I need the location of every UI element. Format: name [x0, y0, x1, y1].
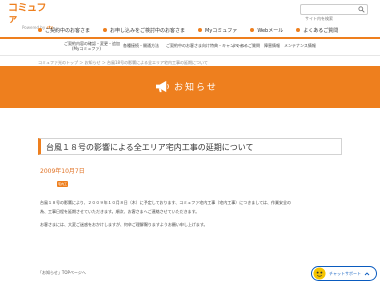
sub-navigation: ご契約内容の確認・変更・追加 (Myコミュファ) 各種接続・開通方法 ご契約中の… — [0, 39, 380, 56]
page-title: お知らせ — [174, 83, 218, 93]
news-paragraph-1b: 為、工事日程を延期させていただきます。順次、お客さまへご連絡させていただきます。 — [40, 209, 200, 214]
bullet-icon — [296, 28, 301, 32]
nav-label: よくあるご質問 — [303, 27, 339, 34]
banner-content: お知らせ — [155, 80, 218, 93]
news-top-link[interactable]: 「お知らせ」TOPページへ — [38, 270, 86, 275]
search-input[interactable] — [301, 14, 357, 23]
nav-label: Webメール — [257, 27, 284, 34]
nav-label: Myコミュファ — [205, 27, 238, 34]
logo-text: コミュファ — [8, 3, 47, 25]
search-box — [300, 4, 368, 23]
nav-prospective-customers[interactable]: お申し込みをご検討中のお客さま — [103, 24, 185, 36]
subnav-label: よくあるご質問 — [232, 43, 260, 48]
chatbot-label: チャットサポート — [329, 270, 361, 276]
site-header: コミュファ Powered by ctc — [0, 0, 380, 30]
category-tag: 宅内工事 — [57, 181, 68, 192]
megaphone-icon — [156, 80, 169, 93]
subnav-label: 障害情報 — [264, 43, 280, 48]
commufa-logo[interactable]: コミュファ Powered by ctc — [8, 3, 54, 30]
subnav-faq[interactable]: よくあるご質問 — [232, 43, 260, 48]
subnav-label: 各種接続・開通方法 — [123, 43, 159, 48]
chatbot-mascot-icon — [313, 267, 326, 280]
search-icon[interactable] — [358, 6, 365, 13]
main-navigation: ご契約中のお客さま お申し込みをご検討中のお客さま Myコミュファ Webメール… — [0, 24, 380, 36]
nav-my-commufa[interactable]: Myコミュファ — [198, 24, 237, 36]
subnav-contract-details[interactable]: ご契約内容の確認・変更・追加 (Myコミュファ) — [64, 41, 120, 51]
subnav-maintenance-info[interactable]: メンテナンス情報 — [284, 43, 316, 48]
chat-support-button[interactable]: チャットサポート — [311, 266, 377, 281]
news-title-box: 台風１８号の影響による全エリア宅内工事の延期について — [38, 138, 342, 155]
bottom-links: 「お知らせ」TOPページへ — [38, 270, 92, 276]
chevron-up-icon — [364, 271, 370, 275]
subnav-outage-info[interactable]: 障害情報 — [264, 43, 280, 48]
page-banner: お知らせ — [0, 66, 380, 108]
subnav-label: メンテナンス情報 — [284, 43, 316, 48]
bullet-icon — [198, 28, 203, 32]
subnav-label-sub: (Myコミュファ) — [72, 46, 101, 51]
nav-current-customers[interactable]: ご契約中のお客さま — [38, 24, 90, 36]
bullet-icon — [103, 28, 108, 32]
nav-label: お申し込みをご検討中のお客さま — [110, 27, 186, 34]
nav-faq[interactable]: よくあるご質問 — [296, 24, 338, 36]
nav-webmail[interactable]: Webメール — [250, 24, 283, 36]
news-date: 2009年10月7日 — [40, 168, 85, 175]
news-title: 台風１８号の影響による全エリア宅内工事の延期について — [46, 143, 254, 152]
bullet-icon — [38, 28, 42, 32]
news-paragraph-1a: 台風１８号の影響により、２００９年１０月８日（木）に予定しております、コミュファ… — [40, 200, 291, 205]
bullet-icon — [250, 28, 255, 32]
nav-label: ご契約中のお客さま — [45, 27, 91, 34]
news-paragraph-2: お客さまには、大変ご迷惑をおかけしますが、何卒ご理解賜りますようお願い申し上げま… — [40, 222, 208, 227]
subnav-connection-setup[interactable]: 各種接続・開通方法 — [123, 43, 159, 48]
